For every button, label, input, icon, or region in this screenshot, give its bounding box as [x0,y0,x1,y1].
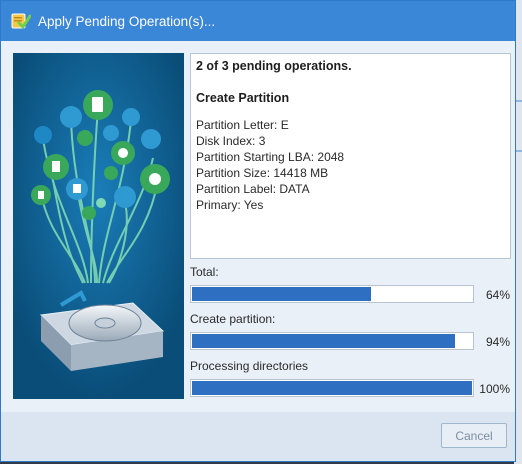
pending-count-text: 2 of 3 pending operations. [196,59,352,73]
operation-details: Partition Letter: E Disk Index: 3 Partit… [196,117,505,213]
step-progress-label: Create partition: [190,312,276,326]
apply-operations-dialog: Apply Pending Operation(s)... 2 of 3 pen… [0,0,516,462]
total-progress-bar [190,285,474,303]
total-progress-fill [192,287,372,301]
dialog-title: Apply Pending Operation(s)... [38,13,216,29]
directories-progress-label: Processing directories [190,359,309,373]
detail-disk-index: Disk Index: 3 [196,134,266,148]
disk-illustration [13,53,184,399]
step-progress-percent: 94% [485,335,510,349]
operation-name: Create Partition [196,91,290,105]
detail-primary: Primary: Yes [196,198,264,212]
dialog-footer: Cancel [1,412,515,461]
operation-info-panel: 2 of 3 pending operations. Create Partit… [190,53,511,259]
step-progress-fill [192,334,456,348]
apply-check-icon [11,13,31,29]
detail-partition-label: Partition Label: DATA [196,182,310,196]
step-progress-bar [190,332,474,350]
directories-progress-bar [190,379,474,397]
title-bar[interactable]: Apply Pending Operation(s)... [1,1,515,41]
directories-progress-percent: 100% [479,382,510,396]
detail-starting-lba: Partition Starting LBA: 2048 [196,150,345,164]
directories-progress-fill [192,381,472,395]
total-progress-label: Total: [190,265,219,279]
cancel-button[interactable]: Cancel [441,423,507,448]
detail-partition-letter: Partition Letter: E [196,118,289,132]
total-progress-percent: 64% [485,288,510,302]
detail-partition-size: Partition Size: 14418 MB [196,166,329,180]
